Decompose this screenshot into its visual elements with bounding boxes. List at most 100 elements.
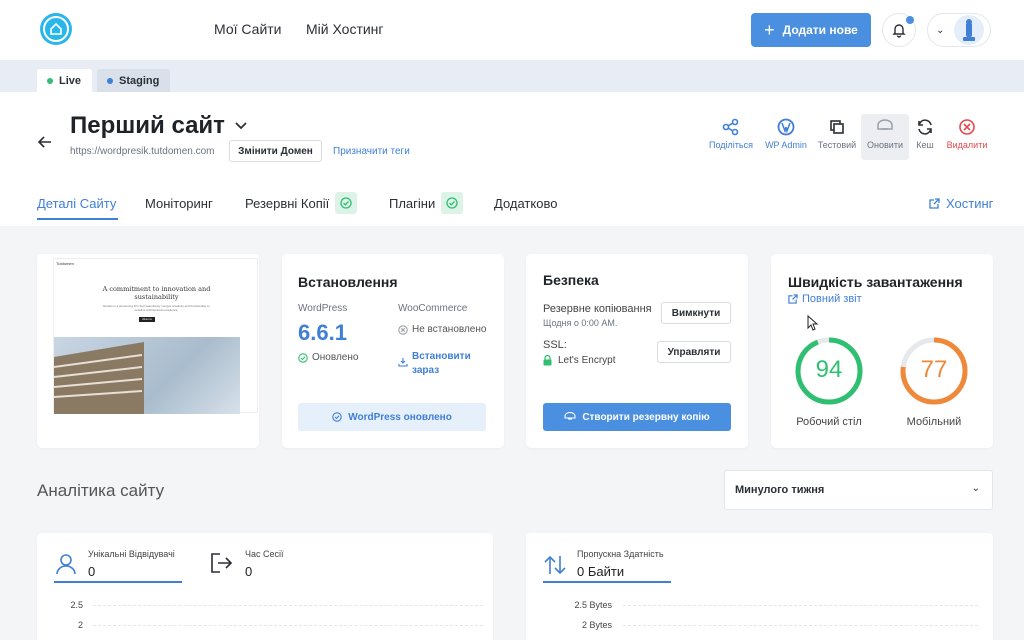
visitors-value: 0 [88,564,96,579]
share-action[interactable]: Поділіться [705,114,757,150]
tab-backups[interactable]: Резервні Копії [245,192,358,214]
wordpress-updated-button[interactable]: WordPress оновлено [298,403,486,431]
external-link-icon [929,198,940,209]
wordpress-icon [760,114,812,140]
page-title[interactable]: Перший сайт [70,112,247,140]
speed-card: Швидкість завантаження Повний звіт 94 Ро… [771,254,993,448]
env-tab-live[interactable]: Live [37,69,92,92]
external-link-icon [788,294,798,304]
install-title: Встановлення [298,274,398,290]
check-circle-icon [332,412,342,422]
staging-action[interactable]: Тестовий [811,114,863,150]
wordpress-status: Оновлено [298,352,358,363]
tab-plugins[interactable]: Плагіни [389,192,464,214]
active-metric-indicator [543,581,671,583]
visitors-card: Унікальні Відвідувачі 0 Час Сесії 0 2.5 … [37,533,493,640]
live-dot-icon [47,77,53,84]
disable-backup-button[interactable]: Вимкнути [661,302,731,324]
check-circle-icon [335,192,358,214]
user-menu[interactable]: ⌄ [927,13,991,47]
logo[interactable] [40,13,72,45]
woocommerce-status: Не встановлено [398,324,486,335]
delete-icon [941,114,993,140]
bandwidth-value: 0 Байти [577,564,625,579]
ssl-provider: Let's Encrypt [543,355,616,366]
wordpress-label: WordPress [298,303,348,314]
install-card: Встановлення WordPress 6.6.1 Оновлено Wo… [282,254,504,448]
nav-my-sites[interactable]: Мої Сайти [214,21,282,37]
period-select[interactable]: Минулого тижня ⌄ [724,470,993,510]
mobile-label: Мобільний [906,416,962,428]
tab-additional[interactable]: Додатково [494,196,557,211]
install-woocommerce-link[interactable]: Встановити зараз [398,350,488,378]
preview-button: About us [139,317,155,322]
transfer-arrows-icon [544,555,566,575]
full-report-link[interactable]: Повний звіт [788,293,862,305]
nav-my-hosting[interactable]: Мій Хостинг [306,21,384,37]
site-preview-thumbnail: Tutdomen A commitment to innovation and … [53,258,258,414]
site-url: https://wordpresik.tutdomen.com [70,146,215,157]
grid-line [93,605,483,606]
environment-bar: Live Staging [0,60,1024,92]
tab-details[interactable]: Деталі Сайту [37,196,116,211]
session-label: Час Сесії [245,549,284,559]
grid-line [93,625,483,626]
bell-icon [892,24,906,38]
y-tick-label: 2 [77,620,83,630]
wp-admin-action[interactable]: WP Admin [760,114,812,150]
notifications-button[interactable] [882,13,916,47]
speed-title: Швидкість завантаження [788,274,963,290]
active-tab-indicator [37,218,118,220]
env-tab-staging[interactable]: Staging [97,69,170,92]
visitors-label: Унікальні Відвідувачі [88,549,175,559]
delete-action[interactable]: Видалити [941,114,993,150]
home-icon [50,22,62,35]
add-new-button[interactable]: + Додати нове [751,13,871,47]
mobile-score: 77 [920,356,948,383]
change-domain-button[interactable]: Змінити Домен [229,140,322,162]
lock-icon [543,355,552,366]
security-card: Безпека Резервне копіювання Щодня о 0:00… [526,254,748,448]
avatar [954,15,985,45]
backup-label: Резервне копіювання [543,303,652,315]
hosting-link[interactable]: Хостинг [929,196,993,211]
security-title: Безпека [543,272,599,288]
backup-schedule: Щодня о 0:00 AM. [543,318,618,328]
download-icon [398,358,408,367]
active-metric-indicator [54,581,182,583]
ssl-label: SSL: [543,339,567,351]
assign-tags-link[interactable]: Призначити теги [333,146,410,157]
staging-dot-icon [107,77,113,84]
preview-subline: Etudes is a pioneering firm that seamles… [103,304,210,312]
manage-ssl-button[interactable]: Управляти [657,341,731,363]
y-tick-label: 2.5 [70,600,83,610]
site-header: Перший сайт https://wordpresik.tutdomen.… [0,92,1024,226]
chevron-down-icon [235,122,247,130]
grid-line [623,605,978,606]
copy-icon [811,114,863,140]
y-tick-label: 2.5 Bytes [574,600,612,610]
check-circle-icon [441,192,464,214]
mouse-cursor-icon [807,315,819,331]
desktop-score: 94 [815,356,843,383]
desktop-label: Робочий стіл [796,416,862,428]
bandwidth-label: Пропускна Здатність [577,549,664,559]
back-arrow-icon[interactable] [37,132,52,153]
preview-headline: A commitment to innovation and sustainab… [102,285,211,301]
plus-icon: + [764,19,775,40]
bandwidth-card: Пропускна Здатність 0 Байти 2.5 Bytes 2 … [526,533,993,640]
share-icon [705,114,757,140]
y-tick-label: 2 Bytes [581,620,612,630]
tab-monitoring[interactable]: Моніторинг [145,196,213,211]
site-preview-card[interactable]: Tutdomen A commitment to innovation and … [37,254,259,448]
session-value: 0 [245,564,253,579]
notification-dot [906,16,914,24]
create-backup-button[interactable]: Створити резервну копію [543,403,731,431]
site-tabs: Деталі Сайту Моніторинг Резервні Копії П… [0,192,1024,226]
chevron-down-icon: ⌄ [936,24,945,36]
x-circle-icon [398,324,408,335]
chevron-down-icon: ⌄ [971,483,980,494]
preview-site-name: Tutdomen [56,261,74,266]
preview-image [53,337,240,414]
logout-icon [211,553,233,573]
